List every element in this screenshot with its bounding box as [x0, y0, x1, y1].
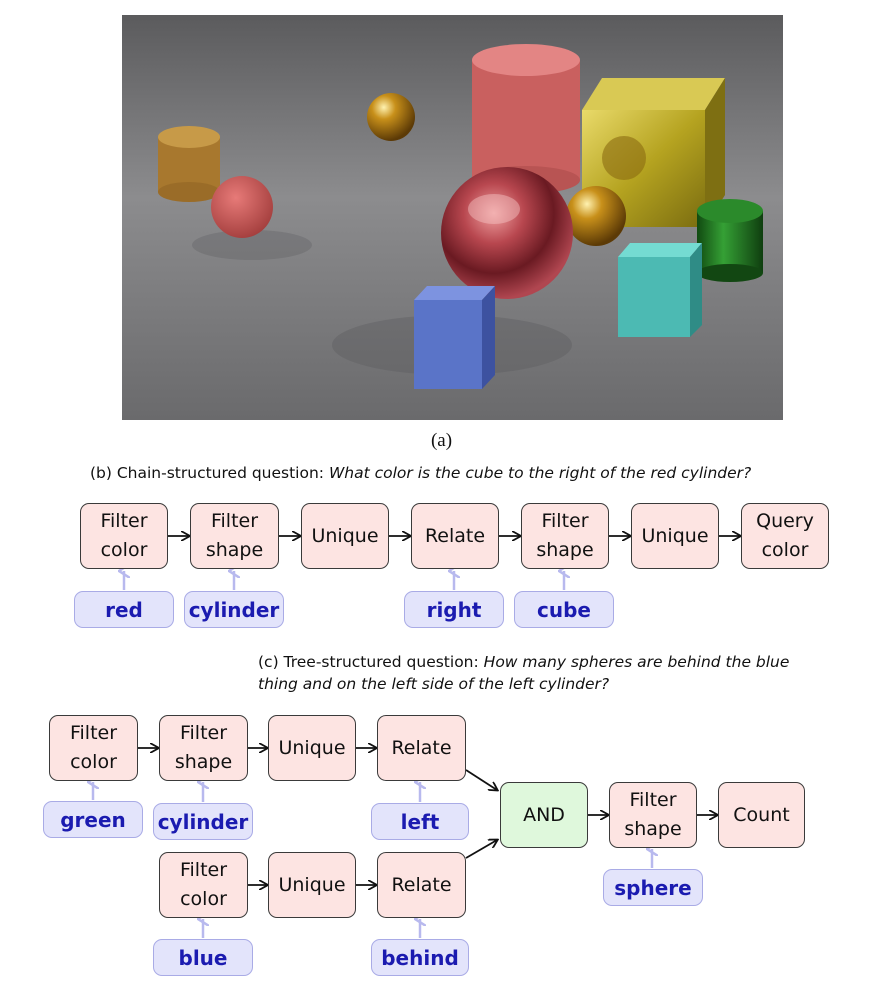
chain-module-filter-shape: Filter shape: [190, 503, 279, 569]
tree-arrow-7: [465, 840, 497, 859]
tree-arg-behind: behind: [371, 939, 469, 976]
tree-module-relate-2: Relate: [377, 852, 466, 918]
tree-arg-sphere: sphere: [603, 869, 703, 906]
tree-arrow-4: [465, 769, 497, 790]
tree-module-filter-color: Filter color: [49, 715, 138, 781]
tree-arg-cylinder: cylinder: [153, 803, 253, 840]
tree-arg-left: left: [371, 803, 469, 840]
chain-arg-cylinder: cylinder: [184, 591, 284, 628]
chain-module-filter-color: Filter color: [80, 503, 168, 569]
chain-module-query-color: Query color: [741, 503, 829, 569]
tree-module-unique-2: Unique: [268, 852, 356, 918]
chain-arg-right: right: [404, 591, 504, 628]
chain-module-unique: Unique: [301, 503, 389, 569]
chain-arg-cube: cube: [514, 591, 614, 628]
tree-arg-blue: blue: [153, 939, 253, 976]
tree-module-relate: Relate: [377, 715, 466, 781]
chain-module-unique-2: Unique: [631, 503, 719, 569]
tree-module-filter-shape-3: Filter shape: [609, 782, 697, 848]
tree-module-and: AND: [500, 782, 588, 848]
chain-module-relate: Relate: [411, 503, 499, 569]
tree-module-filter-shape: Filter shape: [159, 715, 248, 781]
tree-module-unique: Unique: [268, 715, 356, 781]
tree-module-count: Count: [718, 782, 805, 848]
chain-arg-red: red: [74, 591, 174, 628]
tree-arg-green: green: [43, 801, 143, 838]
chain-module-filter-shape-2: Filter shape: [521, 503, 609, 569]
tree-module-filter-color-2: Filter color: [159, 852, 248, 918]
